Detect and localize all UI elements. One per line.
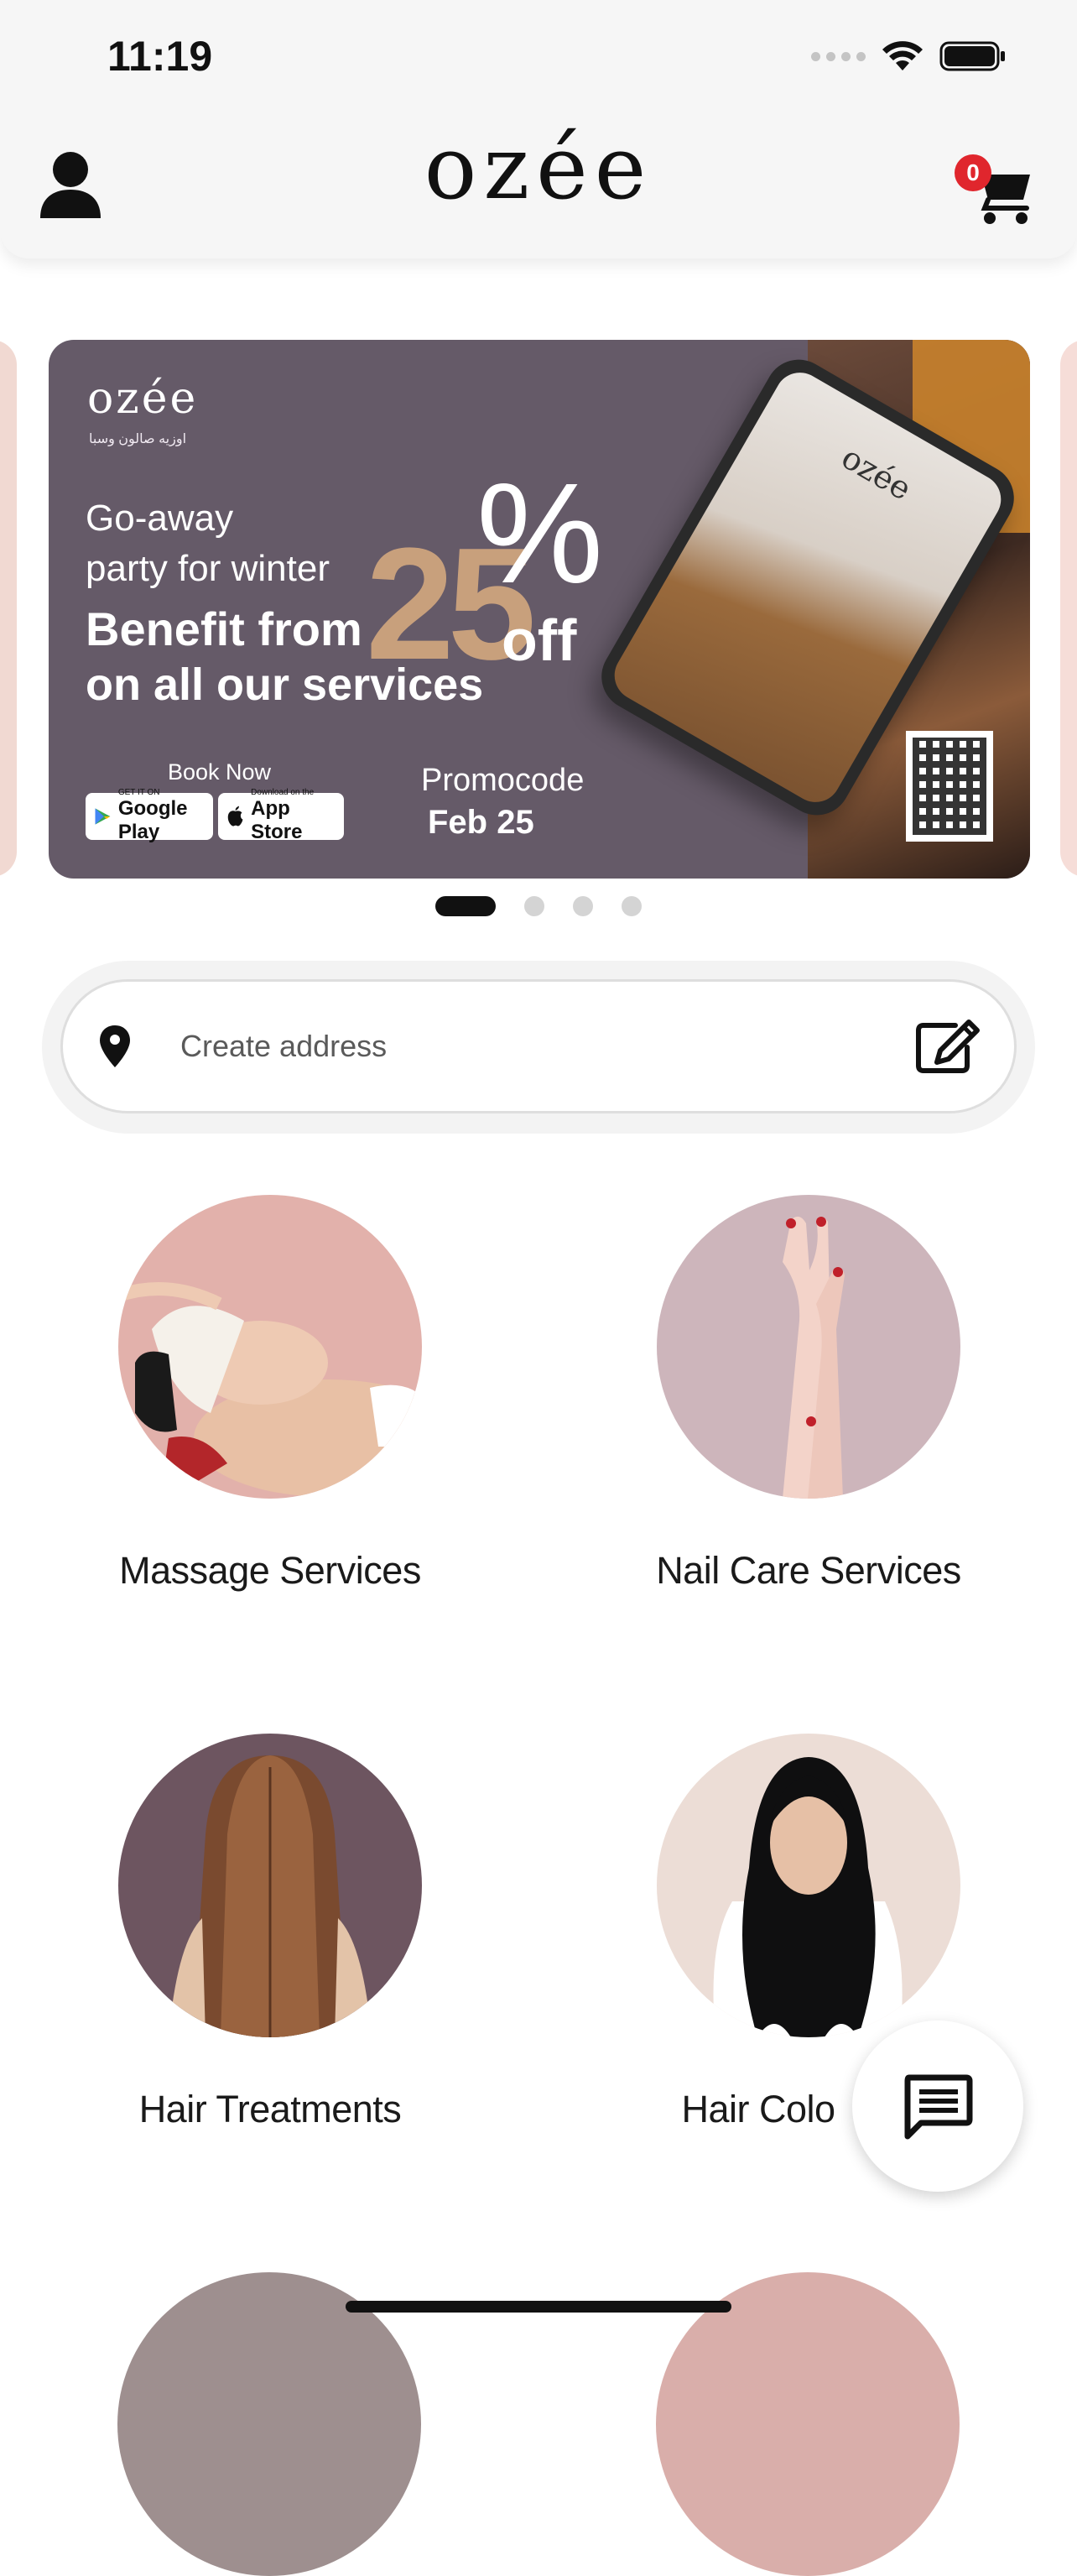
location-pin-icon [100, 1025, 130, 1067]
category-hair-treatments[interactable]: Hair Treatments [35, 1734, 505, 2131]
banner-logo-subtitle: اوزيه صالون وسبا [89, 432, 187, 446]
category-massage-services[interactable]: Massage Services [35, 1195, 505, 1593]
qr-pattern [913, 738, 986, 835]
app-store-small-text: Download on the [251, 788, 315, 797]
google-play-button[interactable]: GET IT ON Google Play [86, 789, 213, 843]
google-play-small-text: GET IT ON [117, 788, 160, 797]
category-peek-left[interactable] [117, 2272, 421, 2576]
app-logo: ozée [424, 117, 653, 219]
banner-headline-1: Go-away [86, 498, 234, 539]
category-image [118, 1734, 422, 2037]
chat-button[interactable] [852, 2021, 1023, 2192]
category-image [657, 1734, 960, 2037]
address-placeholder: Create address [180, 1029, 388, 1063]
address-container: Create address [42, 961, 1035, 1134]
hair-treatment-photo [169, 1755, 372, 2037]
banner-peek-previous[interactable] [0, 340, 17, 877]
address-field[interactable]: Create address [60, 979, 1017, 1113]
apple-icon [227, 806, 243, 827]
cart-count-badge: 0 [955, 154, 991, 191]
category-label: Massage Services [119, 1549, 421, 1592]
banner-discount-off: off [502, 607, 577, 673]
app-store-button[interactable]: Download on the App Store [218, 789, 344, 843]
carousel-dot-4[interactable] [622, 896, 642, 916]
signal-icon [811, 51, 866, 61]
banner-headline-2: party for winter [86, 548, 330, 589]
banner-discount-percent: % [476, 454, 604, 613]
carousel-dot-2[interactable] [524, 896, 544, 916]
category-label: Nail Care Services [656, 1549, 961, 1592]
banner-promo-code: Feb 25 [428, 804, 534, 841]
category-nail-care-services[interactable]: Nail Care Services [574, 1195, 1043, 1593]
cart-button[interactable]: 0 [955, 151, 1037, 227]
app-store-label: App Store [251, 797, 303, 843]
banner-peek-next[interactable] [1060, 340, 1077, 877]
google-play-icon [95, 808, 111, 825]
battery-icon [939, 41, 1005, 71]
category-image [657, 1195, 960, 1499]
banner-headline-3: Benefit from [86, 602, 362, 655]
wifi-icon [882, 41, 923, 70]
status-icons [811, 40, 1007, 72]
edit-icon[interactable] [915, 1019, 981, 1074]
google-play-label: Google Play [117, 797, 188, 843]
hair-color-photo [713, 1757, 903, 2037]
carousel-dot-1[interactable] [435, 896, 496, 916]
carousel-dot-3[interactable] [573, 896, 593, 916]
massage-photo [118, 1282, 422, 1499]
header-bar: 11:19 ozée 0 [0, 0, 1077, 258]
phone-screen-logo: ozée [835, 438, 918, 508]
banner-logo: ozée [87, 373, 199, 424]
chat-icon [904, 2074, 973, 2140]
status-time: 11:19 [107, 33, 213, 80]
category-peek-right[interactable] [656, 2272, 960, 2576]
banner-book-now: Book Now [168, 759, 272, 785]
banner-promo-label: Promocode [421, 763, 585, 798]
carousel-indicator [0, 896, 1077, 916]
nail-care-photo [783, 1216, 845, 1499]
home-indicator[interactable] [346, 2301, 731, 2313]
category-label: Hair Treatments [138, 2088, 402, 2130]
promo-banner[interactable]: ozée اوزيه صالون وسبا Go-away party for … [49, 340, 1030, 879]
qr-code [906, 731, 993, 842]
category-image [118, 1195, 422, 1499]
